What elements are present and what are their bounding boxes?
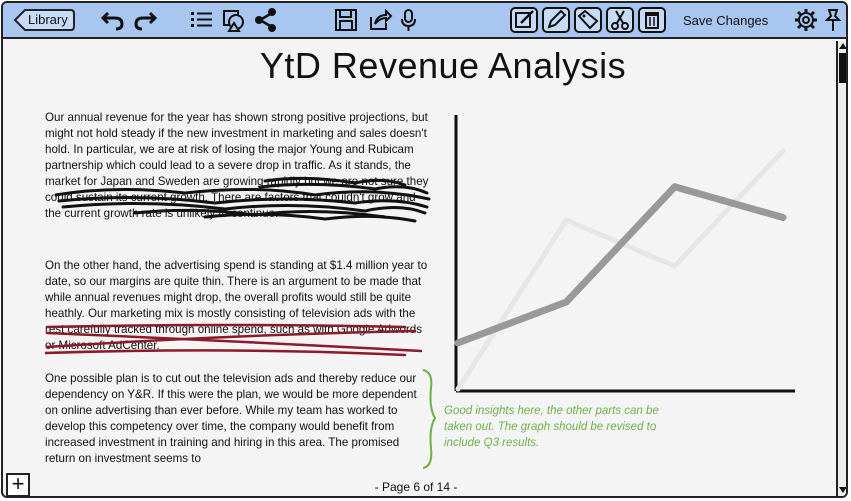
chart-series-line-2: [455, 148, 786, 392]
add-page-button[interactable]: +: [6, 473, 30, 496]
app-window: Library Save Changes YtD Revenue Analysi…: [1, 1, 848, 498]
line-chart: [454, 115, 795, 393]
undo-icon[interactable]: [100, 7, 126, 33]
shapes-icon[interactable]: [221, 7, 247, 33]
pen-icon[interactable]: [541, 7, 571, 33]
scissors-icon[interactable]: [605, 7, 635, 33]
share-icon[interactable]: [253, 7, 279, 33]
save-icon[interactable]: [333, 7, 359, 33]
library-button[interactable]: Library: [13, 8, 75, 32]
trash-icon[interactable]: [637, 7, 667, 33]
scrollbar-thumb[interactable]: [839, 53, 846, 83]
edit-icon[interactable]: [509, 7, 539, 33]
vertical-scrollbar[interactable]: [836, 41, 848, 496]
scroll-up-arrow-icon[interactable]: [838, 41, 848, 51]
review-annotation: Good insights here, the other parts can …: [444, 405, 659, 449]
pin-icon[interactable]: [823, 7, 845, 33]
chart-series-line-1: [454, 183, 787, 347]
strikethrough-marks: [45, 323, 423, 357]
export-icon[interactable]: [367, 7, 393, 33]
page-title: YtD Revenue Analysis: [259, 45, 627, 86]
tag-icon[interactable]: [573, 7, 603, 33]
paragraph-3: One possible plan is to cut out the tele…: [45, 372, 417, 465]
scribble-redaction: [55, 176, 431, 223]
list-icon[interactable]: [189, 7, 215, 33]
settings-icon[interactable]: [793, 7, 819, 33]
page-indicator: - Page 6 of 14 -: [374, 480, 458, 494]
library-button-label: Library: [28, 12, 68, 27]
microphone-icon[interactable]: [397, 7, 421, 33]
curly-brace: [422, 369, 437, 469]
scroll-down-arrow-icon[interactable]: [838, 485, 848, 495]
save-changes-button[interactable]: Save Changes: [683, 13, 768, 28]
toolbar: Library Save Changes: [3, 3, 846, 39]
redo-icon[interactable]: [132, 7, 158, 33]
